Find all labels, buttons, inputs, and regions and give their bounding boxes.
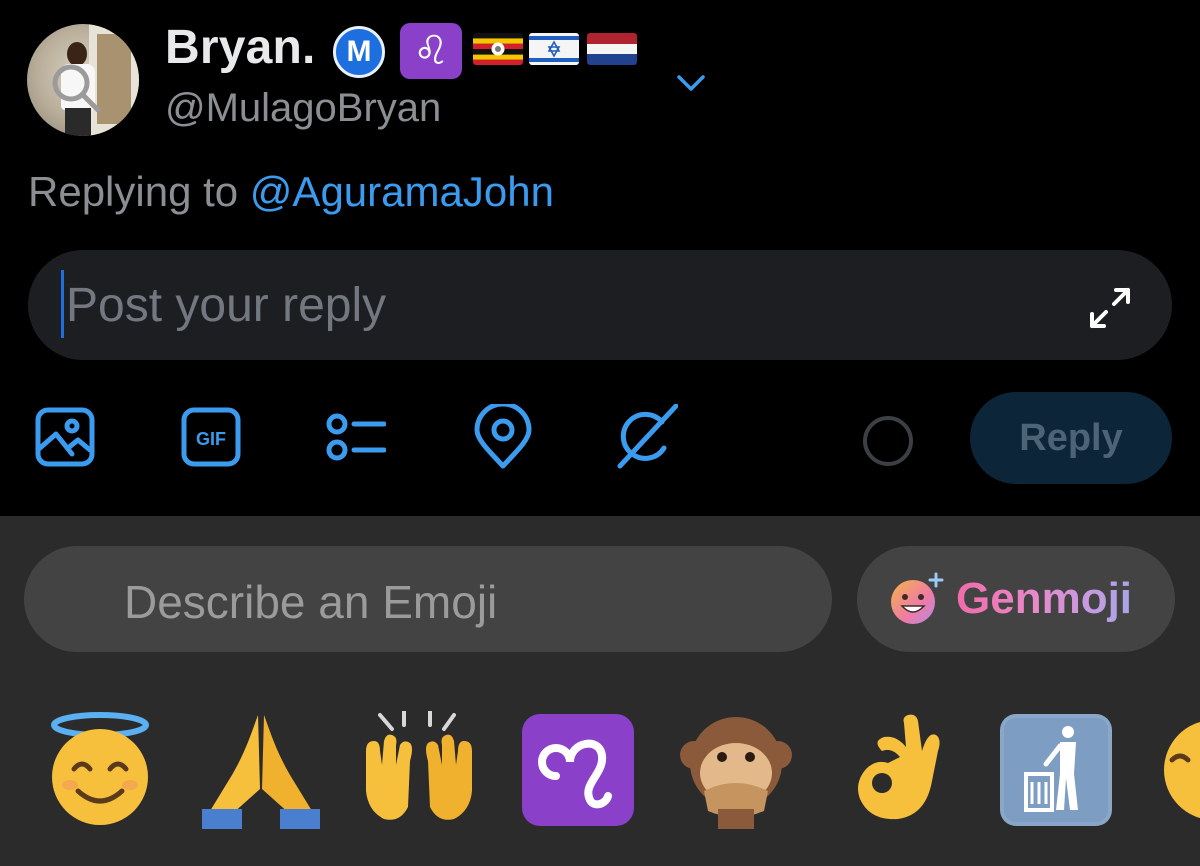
reply-compose-panel: Bryan. M ♌ @MulagoBryan Replying to @Agu… xyxy=(0,0,1200,516)
replying-to-line: Replying to @AguramaJohn xyxy=(28,168,554,216)
netherlands-flag-icon xyxy=(587,33,637,65)
reply-input[interactable] xyxy=(66,277,966,333)
poll-icon[interactable] xyxy=(324,404,387,470)
expand-icon[interactable] xyxy=(1088,286,1132,330)
leo-badge-icon: ♌ xyxy=(400,23,462,79)
leo-emoji[interactable] xyxy=(520,710,636,830)
emoji-search-input[interactable] xyxy=(124,572,804,632)
halo-smile-emoji[interactable] xyxy=(46,710,158,830)
chevron-down-icon[interactable] xyxy=(674,66,708,100)
israel-flag-icon xyxy=(529,33,579,65)
reply-button[interactable]: Reply xyxy=(970,392,1172,484)
display-name: Bryan. xyxy=(165,21,316,74)
user-handle: @MulagoBryan xyxy=(165,86,442,130)
replying-to-mention[interactable]: @AguramaJohn xyxy=(250,168,554,215)
gif-label: GIF xyxy=(196,429,226,449)
genmoji-label: Genmoji xyxy=(956,574,1133,623)
ok-hand-emoji[interactable] xyxy=(852,710,944,830)
uganda-flag-icon xyxy=(473,33,523,65)
m-badge-icon: M xyxy=(333,26,385,78)
speak-no-evil-monkey-emoji[interactable] xyxy=(680,710,792,830)
litter-in-bin-emoji[interactable] xyxy=(998,710,1114,830)
search-icon xyxy=(50,62,102,114)
folded-hands-emoji[interactable] xyxy=(202,710,320,830)
gif-icon[interactable]: GIF xyxy=(180,404,242,470)
grok-icon[interactable] xyxy=(616,403,679,470)
text-cursor xyxy=(61,270,64,338)
genmoji-icon xyxy=(889,570,945,626)
partial-smile-emoji[interactable] xyxy=(1158,710,1200,830)
image-icon[interactable] xyxy=(34,404,96,470)
replying-to-label: Replying to xyxy=(28,168,239,215)
raising-hands-emoji[interactable] xyxy=(360,710,478,830)
character-count-circle xyxy=(863,416,913,466)
location-icon[interactable] xyxy=(472,401,534,470)
